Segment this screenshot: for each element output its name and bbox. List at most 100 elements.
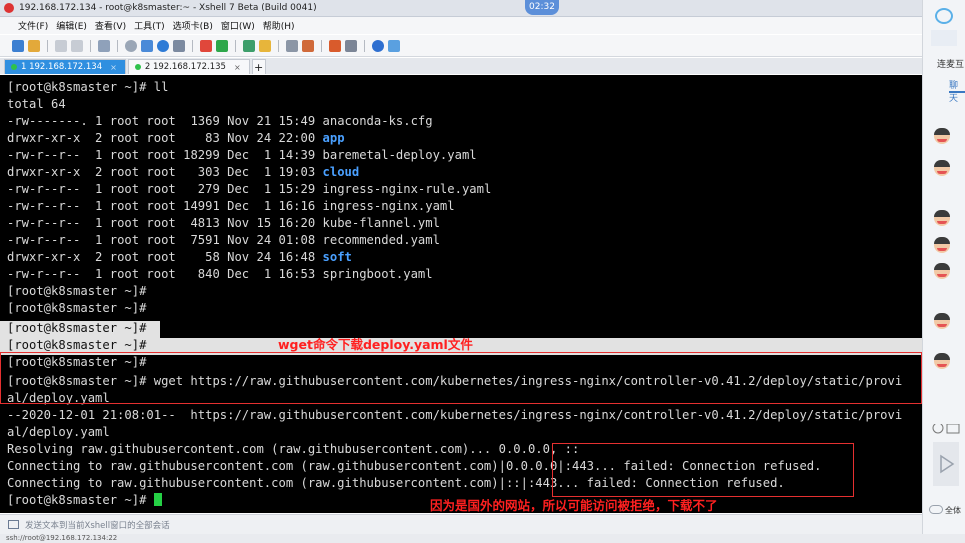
properties-icon[interactable] [98,39,110,52]
command-text: ll [146,80,169,94]
file-row: drwxr-xr-x 2 root root 58 Nov 24 16:48 s… [7,249,352,266]
refresh-icon[interactable] [935,8,953,24]
wget-command-highlight-box [0,352,922,404]
search-icon[interactable] [125,39,137,52]
font-icon[interactable] [173,39,185,52]
file-name: recommended.yaml [322,233,440,247]
prompt-line: [root@k8smaster ~]# [7,284,147,298]
file-meta: 2 root root 303 Dec 1 19:03 [87,165,323,179]
file-permissions: drwxr-xr-x [7,250,88,264]
window-title: 192.168.172.134 - root@k8smaster:~ - Xsh… [19,3,317,13]
active-prompt-line: [root@k8smaster ~]# [7,492,162,509]
file-row: drwxr-xr-x 2 root root 303 Dec 1 19:03 c… [7,164,359,181]
menu-edit[interactable]: 编辑(E) [56,19,87,32]
toolbar-divider [321,39,322,52]
directory-name: app [322,131,345,145]
file-permissions: -rw-r--r-- [7,182,88,196]
file-row: drwxr-xr-x 2 root root 83 Nov 24 22:00 a… [7,130,345,147]
resolving-line: Resolving raw.githubusercontent.com (raw… [7,442,580,456]
avatar[interactable] [934,237,950,253]
script-icon[interactable] [200,39,212,52]
highlight-icon[interactable] [302,39,314,52]
toolbar-divider [192,39,193,52]
prompt-line: [root@k8smaster ~]# [7,321,147,335]
tab-label: 2 192.168.172.135 [144,62,226,72]
menu-window[interactable]: 窗口(W) [221,19,255,32]
new-session-icon[interactable] [12,39,24,52]
menu-tabs[interactable]: 选项卡(B) [173,19,213,32]
side-panel: 连麦互 聊天 全体 [922,0,965,534]
wget-log-line: al/deploy.yaml [7,425,110,439]
connected-dot-icon [11,64,17,70]
file-permissions: -rw-r--r-- [7,148,88,162]
toolbar-divider [278,39,279,52]
file-name: ingress-nginx.yaml [322,199,455,213]
file-permissions: drwxr-xr-x [7,165,88,179]
terminal-line: [root@k8smaster ~]# ll [7,79,168,96]
compose-placeholder: 发送文本到当前Xshell窗口的全部会话 [25,520,170,531]
menu-view[interactable]: 查看(V) [95,19,126,32]
file-name: anaconda-ks.cfg [322,114,433,128]
session-tab-bar: 1 192.168.172.134 × 2 192.168.172.135 × … [0,58,922,74]
file-permissions: drwxr-xr-x [7,131,88,145]
terminal-pane[interactable]: [root@k8smaster ~]# ll total 64 -rw-----… [0,75,922,513]
help-icon[interactable] [372,39,384,52]
close-tab-icon[interactable]: × [234,63,241,72]
directory-name: cloud [322,165,360,179]
prompt: [root@k8smaster ~]# [7,80,147,94]
copy-icon[interactable] [55,39,67,52]
panel-label: 连麦互 [937,60,965,70]
session-tab-1[interactable]: 1 192.168.172.134 × [4,59,126,74]
open-folder-icon[interactable] [28,39,40,52]
compose-bar[interactable]: 发送文本到当前Xshell窗口的全部会话 [0,514,922,534]
panel-header [931,30,957,46]
file-meta: 1 root root 7591 Nov 24 01:08 [87,233,323,247]
file-meta: 1 root root 279 Dec 1 15:29 [87,182,323,196]
file-row: -rw-r--r-- 1 root root 4813 Nov 15 16:20… [7,215,440,232]
file-meta: 1 root root 14991 Dec 1 16:16 [87,199,323,213]
toolbar-divider [235,39,236,52]
toggle-switch[interactable] [929,505,943,514]
avatar[interactable] [934,313,950,329]
recording-timer-badge: 02:32 [525,0,559,15]
prompt-line: [root@k8smaster ~]# [7,301,147,315]
terminal-cursor [153,493,162,506]
avatar[interactable] [934,210,950,226]
file-meta: 1 root root 4813 Nov 15 16:20 [87,216,323,230]
keyboard-icon[interactable] [286,39,298,52]
wget-annotation: wget命令下载deploy.yaml文件 [278,337,473,352]
menu-file[interactable]: 文件(F) [18,19,48,32]
close-tab-icon[interactable]: × [110,63,117,72]
globe-icon[interactable] [157,39,169,52]
menu-bar: 文件(F) 编辑(E) 查看(V) 工具(T) 选项卡(B) 窗口(W) 帮助(… [0,17,922,34]
compose-icon[interactable] [329,39,341,52]
title-bar: 192.168.172.134 - root@k8smaster:~ - Xsh… [0,0,922,17]
add-tab-button[interactable]: + [251,59,266,74]
file-row: -rw-r--r-- 1 root root 14991 Dec 1 16:16… [7,198,455,215]
avatar[interactable] [934,128,950,144]
wget-log-line: --2020-12-01 21:08:01-- https://raw.gith… [7,408,903,422]
menu-help[interactable]: 帮助(H) [263,19,295,32]
compose-icon [8,520,19,529]
file-permissions: -rw-r--r-- [7,233,88,247]
avatar[interactable] [934,160,950,176]
chat-icon[interactable] [388,39,400,52]
connected-dot-icon [134,64,141,70]
tab-label: 1 192.168.172.134 [21,62,103,72]
session-tab-2[interactable]: 2 192.168.172.135 × [127,59,250,74]
file-meta: 2 root root 83 Nov 24 22:00 [87,131,323,145]
emoji-icon[interactable] [931,422,961,494]
fullscreen-icon[interactable] [243,39,255,52]
transfer-icon[interactable] [141,39,153,52]
file-row: -rw-r--r-- 1 root root 279 Dec 1 15:29 i… [7,181,491,198]
xftp-icon[interactable] [216,39,228,52]
avatar[interactable] [934,263,950,279]
menu-tools[interactable]: 工具(T) [134,19,165,32]
avatar[interactable] [934,353,950,369]
status-bar: ssh://root@192.168.172.134:22 [0,534,965,543]
layout-icon[interactable] [345,39,357,52]
file-name: springboot.yaml [322,267,433,281]
lock-icon[interactable] [259,39,271,52]
paste-icon[interactable] [71,39,83,52]
file-name: baremetal-deploy.yaml [322,148,477,162]
